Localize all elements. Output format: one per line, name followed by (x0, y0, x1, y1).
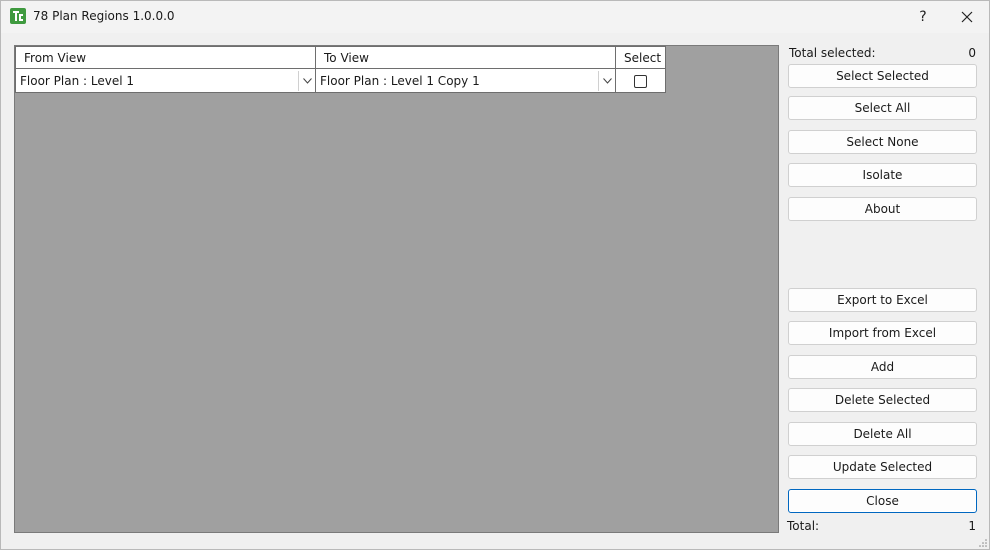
window-title: 78 Plan Regions 1.0.0.0 (33, 9, 175, 23)
row-select-checkbox[interactable] (634, 74, 647, 88)
chevron-down-icon (602, 77, 612, 84)
total-count: 1 (968, 519, 976, 533)
title-bar[interactable]: 78 Plan Regions 1.0.0.0 ? (1, 1, 989, 33)
grid-header-row: From View To View Select (15, 46, 666, 69)
isolate-button[interactable]: Isolate (788, 163, 977, 187)
from-view-dropdown-button[interactable] (298, 70, 315, 91)
resize-grip-icon[interactable] (978, 538, 988, 548)
select-cell[interactable] (615, 68, 666, 93)
column-header-from-view[interactable]: From View (15, 46, 316, 69)
update-selected-button[interactable]: Update Selected (788, 455, 977, 479)
about-button[interactable]: About (788, 197, 977, 221)
view-mapping-grid[interactable]: From View To View Select Floor Plan : Le… (14, 45, 779, 533)
total-selected-count: 0 (968, 46, 976, 60)
total-selected-label: Total selected: (789, 46, 876, 60)
select-all-button[interactable]: Select All (788, 96, 977, 120)
delete-all-button[interactable]: Delete All (788, 422, 977, 446)
table-row[interactable]: Floor Plan : Level 1 Floor Plan : Level … (15, 68, 666, 93)
export-to-excel-button[interactable]: Export to Excel (788, 288, 977, 312)
close-icon (961, 11, 973, 23)
select-none-button[interactable]: Select None (788, 130, 977, 154)
add-button[interactable]: Add (788, 355, 977, 379)
from-view-cell[interactable]: Floor Plan : Level 1 (15, 68, 316, 93)
total-label: Total: (787, 519, 820, 533)
import-from-excel-button[interactable]: Import from Excel (788, 321, 977, 345)
chevron-down-icon (302, 77, 312, 84)
select-selected-button[interactable]: Select Selected (788, 64, 977, 88)
sidebar-panel: Total selected: 0 Select Selected Select… (787, 45, 979, 539)
column-header-select[interactable]: Select (615, 46, 666, 69)
grid-table: From View To View Select Floor Plan : Le… (15, 46, 666, 93)
close-window-button[interactable] (947, 1, 987, 33)
to-view-cell[interactable]: Floor Plan : Level 1 Copy 1 (315, 68, 616, 93)
app-logo-icon (10, 8, 26, 24)
close-button[interactable]: Close (788, 489, 977, 513)
to-view-dropdown-button[interactable] (598, 70, 615, 91)
column-header-to-view[interactable]: To View (315, 46, 616, 69)
to-view-combobox[interactable]: Floor Plan : Level 1 Copy 1 (316, 70, 615, 92)
help-button[interactable]: ? (903, 1, 943, 33)
delete-selected-button[interactable]: Delete Selected (788, 388, 977, 412)
to-view-value: Floor Plan : Level 1 Copy 1 (320, 73, 480, 88)
plan-regions-window: 78 Plan Regions 1.0.0.0 ? From View To V… (0, 0, 990, 550)
from-view-combobox[interactable]: Floor Plan : Level 1 (16, 70, 315, 92)
from-view-value: Floor Plan : Level 1 (20, 73, 134, 88)
